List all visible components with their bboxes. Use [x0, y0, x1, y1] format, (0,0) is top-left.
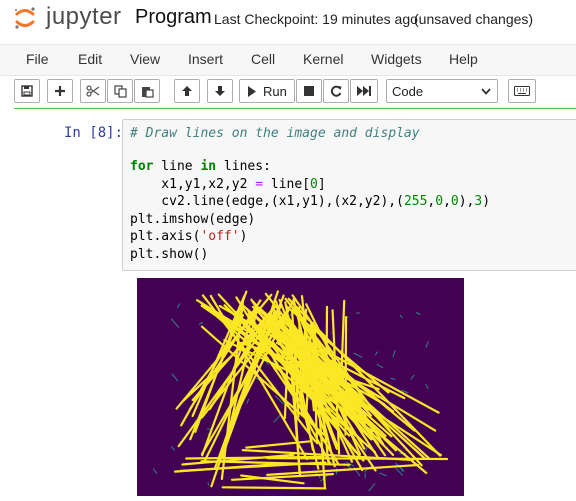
save-button[interactable]: [14, 79, 40, 103]
code-cell-editor[interactable]: # Draw lines on the image and display fo…: [122, 119, 576, 271]
menu-edit[interactable]: Edit: [78, 51, 102, 67]
edit-mode-indicator: [14, 108, 576, 109]
checkpoint-status: Last Checkpoint: 19 minutes ago: [214, 11, 418, 27]
insert-cell-button[interactable]: [47, 79, 73, 103]
paste-icon: [141, 86, 154, 98]
notebook-title[interactable]: Program: [135, 6, 212, 29]
autosave-status: (unsaved changes): [414, 11, 534, 27]
menu-help[interactable]: Help: [449, 51, 478, 67]
move-up-button[interactable]: [174, 79, 200, 103]
code-text: plt.show(): [130, 247, 209, 262]
notebook-container: In [8]: # Draw lines on the image and di…: [0, 110, 576, 501]
code-text: ),: [458, 194, 475, 209]
line-stroke: [266, 457, 449, 461]
fast-forward-icon: [357, 86, 371, 96]
code-string: 'off': [200, 229, 240, 244]
menu-kernel[interactable]: Kernel: [303, 51, 343, 67]
line-stroke: [221, 486, 327, 490]
jupyter-logo-icon[interactable]: [14, 6, 36, 30]
code-number: 0: [435, 194, 444, 209]
code-number: 0: [450, 194, 459, 209]
run-label: Run: [263, 83, 287, 99]
paste-button[interactable]: [134, 79, 160, 103]
code-line-5: cv2.line(edge,(x1,y1),(x2,y2),(255,0,0),…: [130, 194, 490, 209]
code-text: plt.axis(: [130, 229, 201, 244]
move-down-button[interactable]: [207, 79, 233, 103]
restart-button[interactable]: [323, 79, 349, 103]
code-text: line[: [263, 177, 311, 192]
copy-button[interactable]: [107, 79, 133, 103]
code-operator: =: [255, 177, 264, 192]
keyword-for: for: [130, 159, 154, 174]
menu-cell[interactable]: Cell: [251, 51, 275, 67]
code-line-6: plt.imshow(edge): [130, 212, 255, 227]
code-line-1: # Draw lines on the image and display: [130, 126, 420, 141]
code-text: ): [482, 194, 491, 209]
header: jupyter Program Last Checkpoint: 19 minu…: [0, 0, 576, 40]
menu-file[interactable]: File: [26, 51, 49, 67]
code-text: lines:: [216, 159, 271, 174]
output-image: [137, 278, 464, 496]
code-line-8: plt.show(): [130, 247, 208, 262]
line-stroke: [356, 312, 360, 314]
arrow-down-icon: [215, 86, 225, 96]
code-text: plt.imshow(edge): [130, 212, 256, 227]
code-text: ,: [443, 194, 451, 209]
command-palette-button[interactable]: [508, 79, 536, 103]
code-text: cv2.line(edge,(x1,y1),(x2,y2),(: [130, 194, 404, 209]
stop-icon: [304, 86, 314, 96]
menubar: File Edit View Insert Cell Kernel Widget…: [0, 44, 576, 76]
run-icon: [248, 85, 256, 97]
menu-widgets[interactable]: Widgets: [371, 51, 422, 67]
code-number: 0: [310, 177, 318, 192]
cell-type-value: Code: [392, 84, 424, 99]
code-line-4: x1,y1,x2,y2 = line[0]: [130, 177, 326, 192]
code-line-7: plt.axis('off'): [130, 229, 247, 244]
interrupt-button[interactable]: [296, 79, 322, 103]
code-comment: # Draw lines on the image and display: [130, 126, 420, 141]
menu-insert[interactable]: Insert: [188, 51, 223, 67]
toolbar: Run Code: [0, 76, 576, 108]
code-text: x1,y1,x2,y2: [130, 177, 256, 192]
plus-icon: [55, 86, 65, 96]
run-all-button[interactable]: [350, 79, 378, 103]
code-text: line: [153, 159, 201, 174]
cell-type-select[interactable]: Code: [386, 79, 498, 103]
copy-icon: [113, 84, 127, 98]
arrow-up-icon: [182, 86, 192, 96]
save-icon: [21, 85, 33, 97]
code-text: ): [239, 229, 248, 244]
restart-icon: [330, 85, 342, 97]
cut-icon: [86, 85, 100, 97]
run-button[interactable]: Run: [239, 79, 295, 103]
menu-view[interactable]: View: [130, 51, 160, 67]
code-line-3: for line in lines:: [130, 159, 271, 174]
code-text: ]: [317, 177, 326, 192]
keyword-in: in: [200, 159, 217, 174]
keyboard-icon: [514, 86, 530, 96]
cell-prompt: In [8]:: [64, 125, 124, 141]
cut-button[interactable]: [80, 79, 106, 103]
brand-name[interactable]: jupyter: [46, 3, 122, 31]
code-number: 255: [403, 194, 428, 209]
chevron-down-icon: [481, 88, 491, 95]
